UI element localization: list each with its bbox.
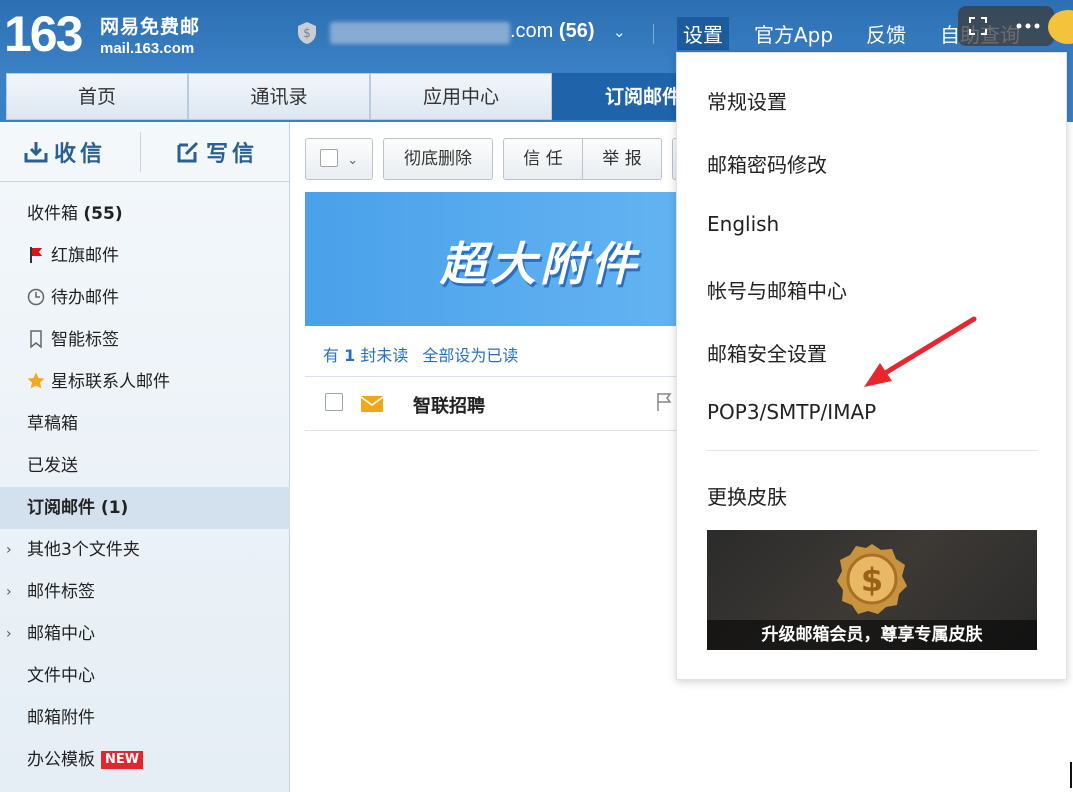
menu-change-skin[interactable]: 更换皮肤 xyxy=(707,481,787,510)
menu-english[interactable]: English xyxy=(707,212,779,236)
logo-number[interactable]: 163 xyxy=(4,6,83,62)
window-controls xyxy=(958,6,1054,46)
account-chevron-down-icon[interactable]: ⌄ xyxy=(613,23,626,41)
red-flag-icon xyxy=(30,247,42,263)
sidebar: 收信 写信 收件箱 (55) 红旗邮件 待办邮件 智能标签 星标联系人邮件 草稿… xyxy=(0,122,290,792)
account-email-blurred xyxy=(330,22,510,44)
mail-row[interactable]: 智联招聘 xyxy=(305,378,677,430)
mail-checkbox[interactable] xyxy=(325,393,343,411)
svg-text:$: $ xyxy=(861,561,883,599)
folder-smart-tags[interactable]: 智能标签 xyxy=(0,319,290,361)
clock-icon xyxy=(27,288,45,306)
account-unread-count: (56) xyxy=(558,20,595,42)
folder-mail-tags[interactable]: › 邮件标签 xyxy=(0,571,290,613)
folder-file-center[interactable]: 文件中心 xyxy=(0,655,290,697)
bookmark-icon xyxy=(30,330,42,348)
compose-button[interactable]: 写信 xyxy=(176,136,258,168)
select-all-checkbox[interactable] xyxy=(319,149,338,167)
report-button[interactable]: 举 报 xyxy=(582,138,662,180)
fullscreen-icon[interactable] xyxy=(968,16,988,36)
new-badge: NEW xyxy=(101,751,144,769)
menu-security-settings[interactable]: 邮箱安全设置 xyxy=(707,338,827,367)
envelope-icon xyxy=(361,396,383,412)
tab-home[interactable]: 首页 xyxy=(6,73,188,120)
banner-title: 超大附件 xyxy=(440,237,640,291)
folder-sent[interactable]: 已发送 xyxy=(0,445,290,487)
feedback-link[interactable]: 反馈 xyxy=(866,19,906,48)
divider xyxy=(707,450,1037,451)
receive-button[interactable]: 收信 xyxy=(24,136,106,168)
chevron-down-icon: ⌄ xyxy=(347,153,359,168)
annotation-arrow-icon xyxy=(864,316,977,387)
divider xyxy=(305,430,677,431)
chevron-right-icon: › xyxy=(6,584,12,600)
download-icon xyxy=(24,142,48,163)
folder-other[interactable]: › 其他3个文件夹 xyxy=(0,529,290,571)
mail-sender: 智联招聘 xyxy=(413,396,485,417)
logo-title[interactable]: 网易免费邮 xyxy=(100,12,200,39)
flag-icon[interactable] xyxy=(655,392,673,412)
folder-todo[interactable]: 待办邮件 xyxy=(0,277,290,319)
divider xyxy=(305,376,677,377)
select-all-dropdown[interactable]: ⌄ xyxy=(305,138,373,180)
text-cursor xyxy=(1070,762,1072,788)
logo-domain[interactable]: mail.163.com xyxy=(100,40,194,57)
folder-attachments[interactable]: 邮箱附件 xyxy=(0,697,290,739)
sidebar-actions: 收信 写信 xyxy=(0,122,290,182)
folder-office-templates[interactable]: 办公模板 NEW xyxy=(0,739,290,781)
promo-banner[interactable]: 超大附件 xyxy=(305,192,677,326)
menu-account-center[interactable]: 帐号与邮箱中心 xyxy=(707,275,847,304)
folder-starred-contacts[interactable]: 星标联系人邮件 xyxy=(0,361,290,403)
tab-contacts[interactable]: 通讯录 xyxy=(188,73,370,120)
folder-subscriptions[interactable]: 订阅邮件 (1) xyxy=(0,487,290,529)
divider xyxy=(653,24,654,44)
folder-inbox[interactable]: 收件箱 (55) xyxy=(0,193,290,235)
more-icon[interactable] xyxy=(1016,23,1040,29)
star-icon xyxy=(27,372,45,389)
inbox-count: (55) xyxy=(83,204,123,224)
folder-drafts[interactable]: 草稿箱 xyxy=(0,403,290,445)
vip-shield-icon: $ xyxy=(298,22,316,44)
menu-general-settings[interactable]: 常规设置 xyxy=(707,86,787,115)
divider xyxy=(140,132,141,172)
unread-count: 1 xyxy=(344,346,356,365)
svg-text:$: $ xyxy=(303,26,311,40)
delete-permanently-button[interactable]: 彻底删除 xyxy=(383,138,493,180)
unread-summary: 有 1 封未读 全部设为已读 xyxy=(323,346,519,365)
menu-pop3-smtp-imap[interactable]: POP3/SMTP/IMAP xyxy=(707,400,876,424)
mark-all-read-link[interactable]: 全部设为已读 xyxy=(422,346,518,365)
skin-upgrade-card[interactable]: $ 升级邮箱会员，尊享专属皮肤 xyxy=(707,530,1037,650)
official-app-link[interactable]: 官方App xyxy=(754,19,833,48)
menu-change-password[interactable]: 邮箱密码修改 xyxy=(707,149,827,178)
chevron-right-icon: › xyxy=(6,542,12,558)
skin-upgrade-caption: 升级邮箱会员，尊享专属皮肤 xyxy=(707,620,1037,650)
settings-link[interactable]: 设置 xyxy=(677,17,729,50)
vip-coin-icon: $ xyxy=(837,544,907,614)
account-email[interactable]: .com (56) xyxy=(510,20,594,43)
edit-icon xyxy=(177,141,199,163)
trust-button[interactable]: 信 任 xyxy=(503,138,583,180)
tab-app-center[interactable]: 应用中心 xyxy=(370,73,552,120)
folder-mail-center[interactable]: › 邮箱中心 xyxy=(0,613,290,655)
folder-flagged[interactable]: 红旗邮件 xyxy=(0,235,290,277)
chevron-right-icon: › xyxy=(6,626,12,642)
